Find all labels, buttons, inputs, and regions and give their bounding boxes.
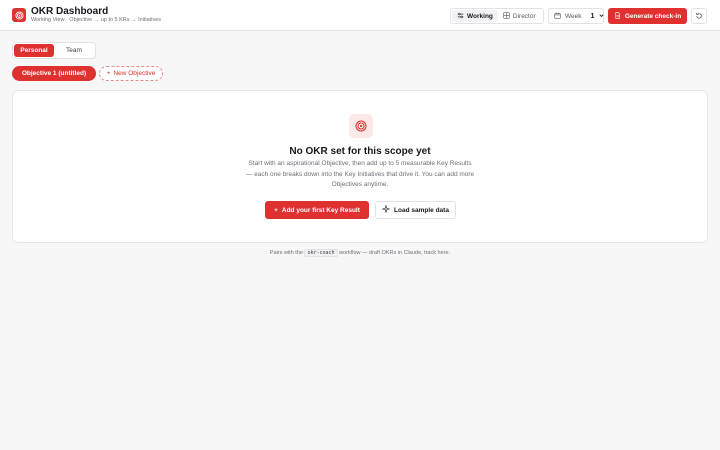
target-icon — [349, 114, 373, 138]
load-sample-data-button[interactable]: Load sample data — [375, 201, 456, 219]
empty-state-title: No OKR set for this scope yet — [289, 146, 431, 157]
tab-team[interactable]: Team — [54, 44, 94, 57]
app-title: OKR Dashboard — [31, 6, 109, 17]
refresh-icon — [695, 7, 703, 25]
view-director-button[interactable]: Director — [498, 10, 541, 22]
view-working-label: Working — [467, 12, 493, 20]
sliders-icon — [457, 12, 464, 21]
view-working-button[interactable]: Working — [452, 10, 498, 22]
top-bar: OKR Dashboard Working View · Objective →… — [0, 0, 720, 31]
grid-icon — [503, 11, 510, 21]
generate-checkin-button[interactable]: Generate check-in — [608, 8, 687, 24]
view-toggle: Working Director — [450, 8, 544, 24]
new-objective-label: New Objective — [113, 70, 156, 77]
add-key-result-label: Add your first Key Result — [281, 206, 360, 214]
objective-chip[interactable]: Objective 1 (untitled) — [12, 66, 96, 81]
plus-icon: + — [106, 70, 111, 77]
week-label: Week — [565, 12, 582, 20]
empty-state-card: No OKR set for this scope yet Start with… — [12, 90, 708, 243]
week-selector[interactable]: Week 1 — [548, 8, 604, 24]
footer-note: Pairs with the okr-coach workflow — draf… — [0, 249, 720, 257]
document-icon — [614, 11, 621, 21]
load-sample-data-label: Load sample data — [394, 206, 449, 214]
calendar-icon — [554, 12, 561, 21]
tab-personal[interactable]: Personal — [14, 44, 54, 57]
generate-checkin-label: Generate check-in — [624, 12, 682, 20]
week-value: 1 — [590, 12, 595, 20]
scope-tabs: Personal Team — [12, 42, 96, 59]
sparkle-icon — [381, 204, 391, 215]
target-logo-icon — [12, 8, 26, 22]
empty-state-description: Start with an aspirational Objective, th… — [245, 160, 475, 188]
footer-code: okr-coach — [304, 249, 338, 257]
chevron-down-icon — [598, 12, 605, 21]
reset-button[interactable] — [691, 8, 707, 24]
add-key-result-button[interactable]: + Add your first Key Result — [265, 201, 369, 219]
view-director-label: Director — [512, 12, 536, 20]
footer-suffix: workflow — draft OKRs in Claude, track h… — [339, 250, 451, 256]
new-objective-button[interactable]: + New Objective — [99, 66, 163, 81]
app-subtitle: Working View · Objective → up to 5 KRs →… — [31, 17, 162, 23]
footer-prefix: Pairs with the — [269, 250, 303, 256]
plus-icon: + — [274, 206, 278, 214]
